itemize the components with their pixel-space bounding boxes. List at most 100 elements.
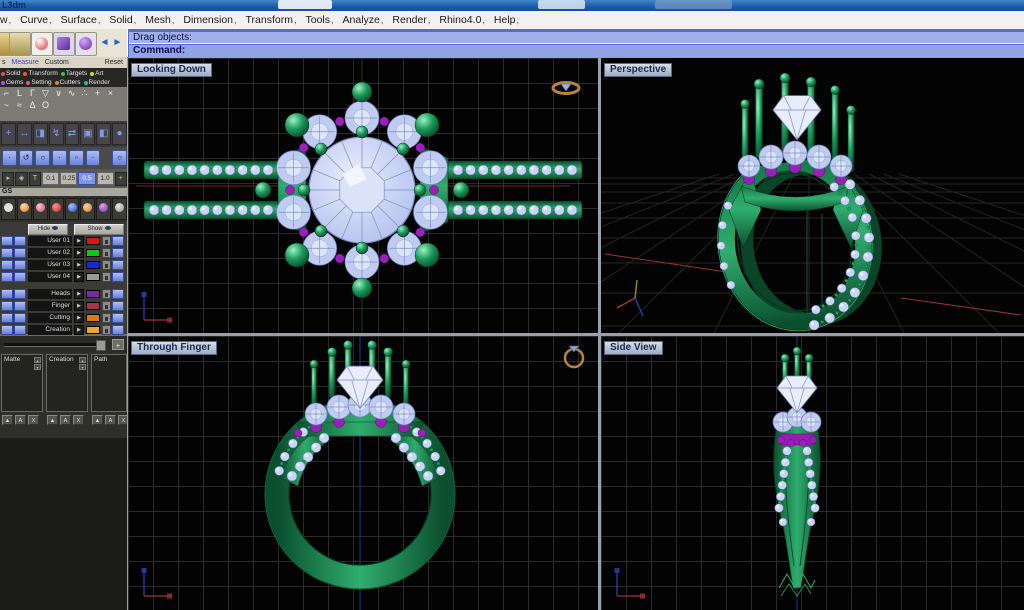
copy-tool-icon[interactable]: ◨	[33, 123, 48, 145]
lock-icon[interactable]	[102, 325, 111, 335]
layer-name[interactable]: Heads	[28, 289, 72, 299]
slider-handle[interactable]	[96, 340, 106, 351]
group-box-matte[interactable]: Matte ▴ ▾	[1, 354, 43, 412]
layer-toggle-button[interactable]	[1, 301, 13, 311]
layer-arrow-button[interactable]: ▶	[74, 289, 84, 299]
jewelry-tool-icon[interactable]	[96, 198, 111, 220]
back-arrow-button[interactable]: ◄	[99, 35, 110, 51]
up-arrow-button[interactable]: ▴	[79, 357, 86, 363]
layer-toggle-button[interactable]	[14, 272, 26, 282]
explode-tool-icon[interactable]: ↯	[49, 123, 64, 145]
reset-button[interactable]: Reset	[105, 59, 123, 66]
layer-arrow-button[interactable]: ▶	[74, 325, 84, 335]
viewport-side-view[interactable]: Side View	[601, 336, 1024, 610]
group-delete-button[interactable]: X	[28, 415, 39, 425]
curve-tool-icon[interactable]: O	[39, 99, 52, 111]
option-button[interactable]: ·	[86, 150, 101, 166]
category-art[interactable]: Art	[90, 70, 103, 77]
purple-cube-icon[interactable]	[53, 32, 75, 56]
cross-move-icon[interactable]: +	[115, 172, 127, 186]
layer-toggle-button[interactable]	[14, 301, 26, 311]
menu-solid[interactable]: Solid,	[109, 14, 136, 26]
viewport-label[interactable]: Side View	[604, 341, 663, 355]
command-prompt[interactable]: Command:	[129, 45, 1024, 57]
layer-toggle-button[interactable]	[1, 272, 13, 282]
jewelry-tool-icon[interactable]	[1, 198, 16, 220]
viewport-label[interactable]: Looking Down	[131, 63, 212, 77]
menu-mesh[interactable]: Mesh,	[145, 14, 174, 26]
move-tool-icon[interactable]: +	[1, 123, 16, 145]
curve-tool-icon[interactable]: ▽	[39, 87, 52, 99]
layer-color-swatch[interactable]	[86, 237, 100, 245]
menu-curve[interactable]: Curve,	[20, 14, 52, 26]
lock-icon[interactable]	[102, 289, 111, 299]
layer-name[interactable]: Finger	[28, 301, 72, 311]
layer-color-swatch[interactable]	[86, 302, 100, 310]
group-delete-button[interactable]: X	[73, 415, 84, 425]
curve-tool-icon[interactable]: ≈	[13, 99, 26, 111]
gem-lasso-icon[interactable]	[75, 32, 97, 56]
viewport-perspective[interactable]: Perspective	[601, 58, 1024, 333]
curve-tool-icon[interactable]: ⌐	[0, 87, 13, 99]
layer-toggle-button[interactable]	[1, 260, 13, 270]
curve-tool-icon[interactable]: ×	[104, 87, 117, 99]
jewelry-tool-icon[interactable]	[17, 198, 32, 220]
jewelry-tool-icon[interactable]	[33, 198, 48, 220]
layer-name[interactable]: User 04	[28, 272, 72, 282]
curve-tool-icon[interactable]: ~	[0, 99, 13, 111]
viewport-through-finger[interactable]: Through Finger	[128, 336, 598, 610]
curve-tool-icon[interactable]: L	[13, 87, 26, 99]
menu-help[interactable]: Help,	[494, 14, 519, 26]
layer-color-swatch[interactable]	[86, 261, 100, 269]
down-arrow-button[interactable]: ▾	[79, 364, 86, 370]
layer-arrow-button[interactable]: ▶	[74, 236, 84, 246]
viewport-looking-down[interactable]: Looking Down	[128, 58, 598, 333]
forward-arrow-button[interactable]: ►	[112, 35, 123, 51]
arrow-icon[interactable]: ▸	[2, 172, 14, 186]
layer-color-swatch[interactable]	[86, 249, 100, 257]
layer-arrow-button[interactable]: ▶	[74, 272, 84, 282]
layer-toggle-button[interactable]	[112, 260, 124, 270]
group-box-path[interactable]: Path	[91, 354, 127, 412]
category-transform[interactable]: Transform	[23, 70, 57, 77]
option-button[interactable]: ·	[52, 150, 67, 166]
jewelry-tool-icon[interactable]	[65, 198, 80, 220]
command-area[interactable]: Drag objects: Command:	[127, 29, 1024, 57]
curve-tool-icon[interactable]: ∿	[65, 87, 78, 99]
curve-tool-icon[interactable]: ∴	[78, 87, 91, 99]
menu-surface[interactable]: Surface,	[61, 14, 101, 26]
slider-add-button[interactable]: +	[112, 339, 124, 350]
layer-color-swatch[interactable]	[86, 273, 100, 281]
category-solid[interactable]: Solid	[1, 70, 20, 77]
layer-toggle-button[interactable]	[14, 289, 26, 299]
curve-tool-icon[interactable]: ∨	[52, 87, 65, 99]
layer-toggle-button[interactable]	[112, 272, 124, 282]
lock-icon[interactable]	[102, 260, 111, 270]
tab-custom[interactable]: Custom	[45, 59, 69, 66]
layer-toggle-button[interactable]	[1, 289, 13, 299]
jewelry-tool-icon[interactable]	[49, 198, 64, 220]
jewelry-tool-icon[interactable]	[80, 198, 95, 220]
menu-render[interactable]: Render,	[392, 14, 430, 26]
array-tool-icon[interactable]: ▣	[80, 123, 95, 145]
snap-value-0.1[interactable]: 0.1	[42, 172, 59, 185]
category-setting[interactable]: Setting	[26, 79, 51, 86]
curve-tool-icon[interactable]: Δ	[26, 99, 39, 111]
lock-icon[interactable]	[102, 301, 111, 311]
group-up-button[interactable]: ▲	[92, 415, 103, 425]
menu-tools[interactable]: Tools,	[306, 14, 334, 26]
layer-toggle-button[interactable]	[14, 260, 26, 270]
group-a-button[interactable]: A	[105, 415, 116, 425]
group-a-button[interactable]: A	[60, 415, 71, 425]
window-titlebar[interactable]: L3dm	[0, 0, 1024, 11]
option-button[interactable]: ▫	[69, 150, 84, 166]
pin-icon[interactable]: T	[29, 172, 41, 186]
pan-tool-icon[interactable]: ↔	[17, 123, 32, 145]
globe-render-icon[interactable]: ●	[112, 123, 127, 145]
layer-toggle-button[interactable]	[112, 248, 124, 258]
category-render[interactable]: Render	[84, 79, 110, 86]
layer-name[interactable]: User 01	[28, 236, 72, 246]
material-gold-icon[interactable]	[9, 32, 31, 56]
layer-name[interactable]: Creation	[28, 325, 72, 335]
layer-toggle-button[interactable]	[1, 248, 13, 258]
